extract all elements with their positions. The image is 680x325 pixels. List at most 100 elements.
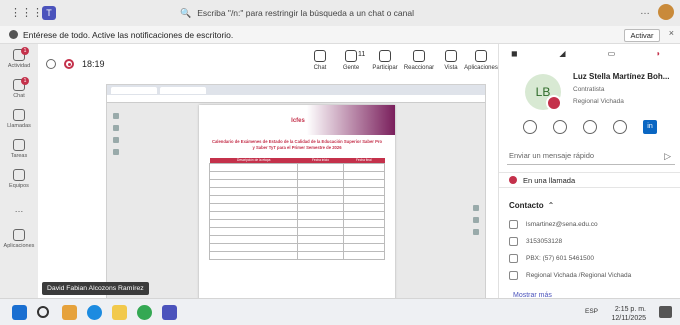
windows-taskbar: ESP 2:15 p. m. 12/11/2025	[0, 298, 680, 325]
send-icon[interactable]: ▷	[664, 147, 671, 165]
linkedin-icon[interactable]: in	[643, 120, 657, 134]
call-icon	[509, 254, 518, 263]
rail-item-calls[interactable]: Llamadas	[0, 104, 38, 134]
share-icon[interactable]: ▭	[608, 49, 620, 59]
contact-value: PBX: (57) 601 5461500	[526, 255, 594, 262]
leave-icon[interactable]: ◗	[656, 49, 668, 59]
schedule-table: Descripción de la etapa Fecha inicio Fec…	[208, 158, 386, 260]
icfes-logo: Icfes	[291, 118, 305, 124]
contact-location: Regional Vichada /Regional Vichada	[509, 271, 679, 280]
raise-hand-button[interactable]: Participar	[370, 50, 400, 71]
camera-off-icon[interactable]: ◼	[511, 49, 523, 59]
chat-icon[interactable]	[523, 120, 537, 134]
mic-off-icon[interactable]: ◢	[559, 49, 571, 59]
notification-banner: Entérese de todo. Active las notificacio…	[0, 26, 680, 44]
video-icon[interactable]	[583, 120, 597, 134]
rail-item-teams[interactable]: Equipos	[0, 164, 38, 194]
avatar: LB	[525, 74, 562, 111]
grid-icon	[445, 50, 457, 62]
activate-button[interactable]: Activar	[624, 29, 660, 42]
phone-icon[interactable]	[613, 120, 627, 134]
profile-actions: in	[523, 120, 657, 134]
contact-mobile[interactable]: 3153053128	[509, 237, 679, 246]
table-row	[208, 234, 386, 244]
document-header: Icfes	[199, 105, 395, 135]
rail-item-apps[interactable]: Aplicaciones	[0, 224, 38, 254]
chat-button[interactable]: Chat	[305, 50, 335, 71]
profile-card: LB Luz Stella Martínez Boh... Contratist…	[499, 62, 680, 152]
document-title: Calendario de Exámenes de Estado de la C…	[211, 139, 383, 150]
notification-center-icon[interactable]	[659, 306, 672, 318]
tasks-icon	[13, 139, 25, 151]
contact-value: 3153053128	[526, 238, 563, 245]
react-button[interactable]: Reaccionar	[404, 50, 434, 71]
contact-value: Regional Vichada /Regional Vichada	[526, 272, 632, 279]
rail-item-tasks[interactable]: Tareas	[0, 134, 38, 164]
profile-panel: ◼ ◢ ▭ ◗ LB Luz Stella Martínez Boh... Co…	[498, 44, 680, 299]
tool-icon	[473, 217, 479, 223]
activity-badge: 1	[21, 47, 29, 55]
close-icon[interactable]: ×	[669, 28, 674, 38]
table-row	[208, 202, 386, 212]
table-row	[208, 162, 386, 172]
teams-icon[interactable]	[162, 305, 177, 320]
presenter-name: David Fabian Alcozons Ramírez	[42, 282, 149, 295]
table-row	[208, 178, 386, 188]
apps-button[interactable]: Aplicaciones	[464, 50, 498, 71]
app-rail: 1 Actividad 1 Chat Llamadas Tareas Equip…	[0, 44, 38, 298]
call-status-icon	[46, 59, 56, 69]
presence-status: En una llamada	[499, 172, 680, 188]
tool-icon	[113, 125, 119, 131]
chevron-up-icon: ⌃	[547, 201, 555, 210]
contact-email[interactable]: lsmartinez@sena.edu.co	[509, 220, 679, 229]
mail-icon	[509, 220, 518, 229]
rail-item-label: Llamadas	[7, 123, 31, 129]
search-icon[interactable]	[37, 306, 49, 318]
app-launcher-icon[interactable]: ⋮⋮⋮	[10, 7, 43, 19]
teams-logo-icon: T	[42, 6, 56, 20]
browser-icon[interactable]	[137, 305, 152, 320]
busy-icon	[509, 176, 517, 184]
teams-icon	[13, 169, 25, 181]
windows-start-icon[interactable]	[12, 305, 27, 320]
apps-icon	[13, 229, 25, 241]
table-row	[208, 210, 386, 220]
search-input[interactable]: Escriba "/n:" para restringir la búsqued…	[197, 8, 414, 18]
user-avatar[interactable]	[658, 4, 674, 20]
table-row	[208, 250, 386, 260]
folder-icon[interactable]	[112, 305, 127, 320]
more-options-icon[interactable]: …	[640, 6, 650, 17]
chrome-icon[interactable]	[87, 305, 102, 320]
contact-section-header[interactable]: Contacto ⌃	[509, 201, 554, 210]
people-icon[interactable]	[553, 120, 567, 134]
pdf-toolbar	[113, 113, 121, 161]
rail-item-more[interactable]: …	[0, 194, 38, 224]
status-text: En una llamada	[523, 175, 576, 185]
shared-screen: Icfes Calendario de Exámenes de Estado d…	[106, 84, 487, 316]
rail-item-label: Actividad	[7, 63, 31, 69]
people-count: 11	[358, 51, 366, 58]
clock[interactable]: 2:15 p. m. 12/11/2025	[611, 305, 646, 323]
shared-document: Icfes Calendario de Exámenes de Estado d…	[199, 105, 395, 309]
tool-icon	[113, 137, 119, 143]
quick-message-input[interactable]: Enviar un mensaje rápido ▷	[507, 147, 675, 165]
language-indicator[interactable]: ESP	[585, 308, 598, 315]
rail-item-activity[interactable]: 1 Actividad	[0, 44, 38, 74]
call-stage: 18:19 Chat Gente 11 Participar Reacciona…	[38, 44, 498, 316]
table-row	[208, 186, 386, 196]
apps-label: Aplicaciones	[464, 65, 498, 71]
phone-icon	[13, 109, 25, 121]
contact-work-phone[interactable]: PBX: (57) 601 5461500	[509, 254, 679, 263]
search-box[interactable]: 🔍 Escriba "/n:" para restringir la búsqu…	[180, 4, 510, 22]
people-label: Gente	[342, 65, 360, 71]
rail-item-chat[interactable]: 1 Chat	[0, 74, 38, 104]
title-bar: ⋮⋮⋮ T 🔍 Escriba "/n:" para restringir la…	[0, 0, 680, 26]
view-label: Vista	[444, 65, 458, 71]
view-button[interactable]: Vista	[436, 50, 466, 71]
people-icon	[345, 50, 357, 62]
rail-item-label: Chat	[13, 93, 25, 99]
file-explorer-icon[interactable]	[62, 305, 77, 320]
call-timer: 18:19	[82, 59, 105, 69]
table-row	[208, 242, 386, 252]
profile-org: Regional Vichada	[573, 98, 624, 105]
